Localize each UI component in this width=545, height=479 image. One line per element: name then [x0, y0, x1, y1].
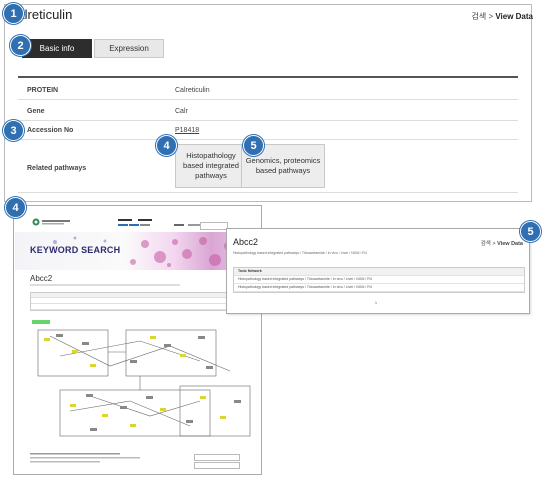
step-badge: 4: [156, 135, 177, 156]
step-badge: 5: [520, 221, 541, 242]
step-badge: 3: [3, 120, 24, 141]
breadcrumb: 검색 > View Data: [480, 241, 523, 247]
breadcrumb-separator: >: [488, 12, 494, 21]
table-bottom-border: [18, 192, 518, 193]
toxic-network-table: Toxic Network Histopathology based integ…: [233, 267, 525, 293]
breadcrumb-home[interactable]: 검색: [481, 241, 491, 247]
gene-title: Abcc2: [30, 274, 53, 283]
row-divider: [18, 99, 518, 100]
row-divider: [18, 120, 518, 121]
histopathology-pathway-screenshot: KEYWORD SEARCH Abcc2: [13, 205, 262, 475]
gene-label: Gene: [27, 108, 45, 115]
gene-title: Abcc2: [233, 237, 259, 247]
protein-label: PROTEIN: [27, 87, 59, 94]
related-site-select[interactable]: [194, 454, 240, 461]
tab-expression[interactable]: Expression: [94, 39, 164, 58]
protein-value: Calreticulin: [175, 87, 210, 94]
search-input[interactable]: [200, 222, 228, 230]
pathway-subtitle: Histopathology based integrated pathways…: [233, 251, 367, 255]
table-header: Toxic Network: [234, 268, 524, 276]
table-row[interactable]: Histopathology based integrated pathways…: [234, 276, 524, 284]
histopathology-pathways-button[interactable]: Histopathology based integrated pathways: [175, 144, 247, 188]
tab-basic-info[interactable]: Basic info: [22, 39, 92, 58]
gene-value: Calr: [175, 108, 188, 115]
breadcrumb-current: View Data: [495, 12, 533, 21]
step-badge: 4: [5, 197, 26, 218]
step-badge: 2: [10, 35, 31, 56]
table-top-border: [18, 76, 518, 78]
breadcrumb-home[interactable]: 검색: [471, 12, 486, 21]
keyword-search-title: KEYWORD SEARCH: [30, 245, 121, 255]
family-site-select[interactable]: [194, 462, 240, 469]
breadcrumb-current: View Data: [497, 241, 523, 247]
accession-label: Accession No: [27, 127, 74, 134]
related-pathways-label: Related pathways: [27, 165, 87, 172]
table-row[interactable]: Histopathology based integrated pathways…: [234, 284, 524, 292]
accession-link[interactable]: P18418: [175, 127, 199, 134]
step-badge: 5: [243, 135, 264, 156]
pagination[interactable]: 1: [375, 301, 377, 305]
genomics-pathway-screenshot: Abcc2 검색 > View Data Histopathology base…: [226, 228, 530, 314]
footer: [30, 452, 150, 466]
breadcrumb: 검색 > View Data: [471, 11, 533, 22]
row-divider: [18, 139, 518, 140]
site-logo: [32, 214, 72, 226]
pathway-diagram: [30, 316, 258, 446]
nav-menu: [118, 215, 158, 226]
step-badge: 1: [3, 3, 24, 24]
